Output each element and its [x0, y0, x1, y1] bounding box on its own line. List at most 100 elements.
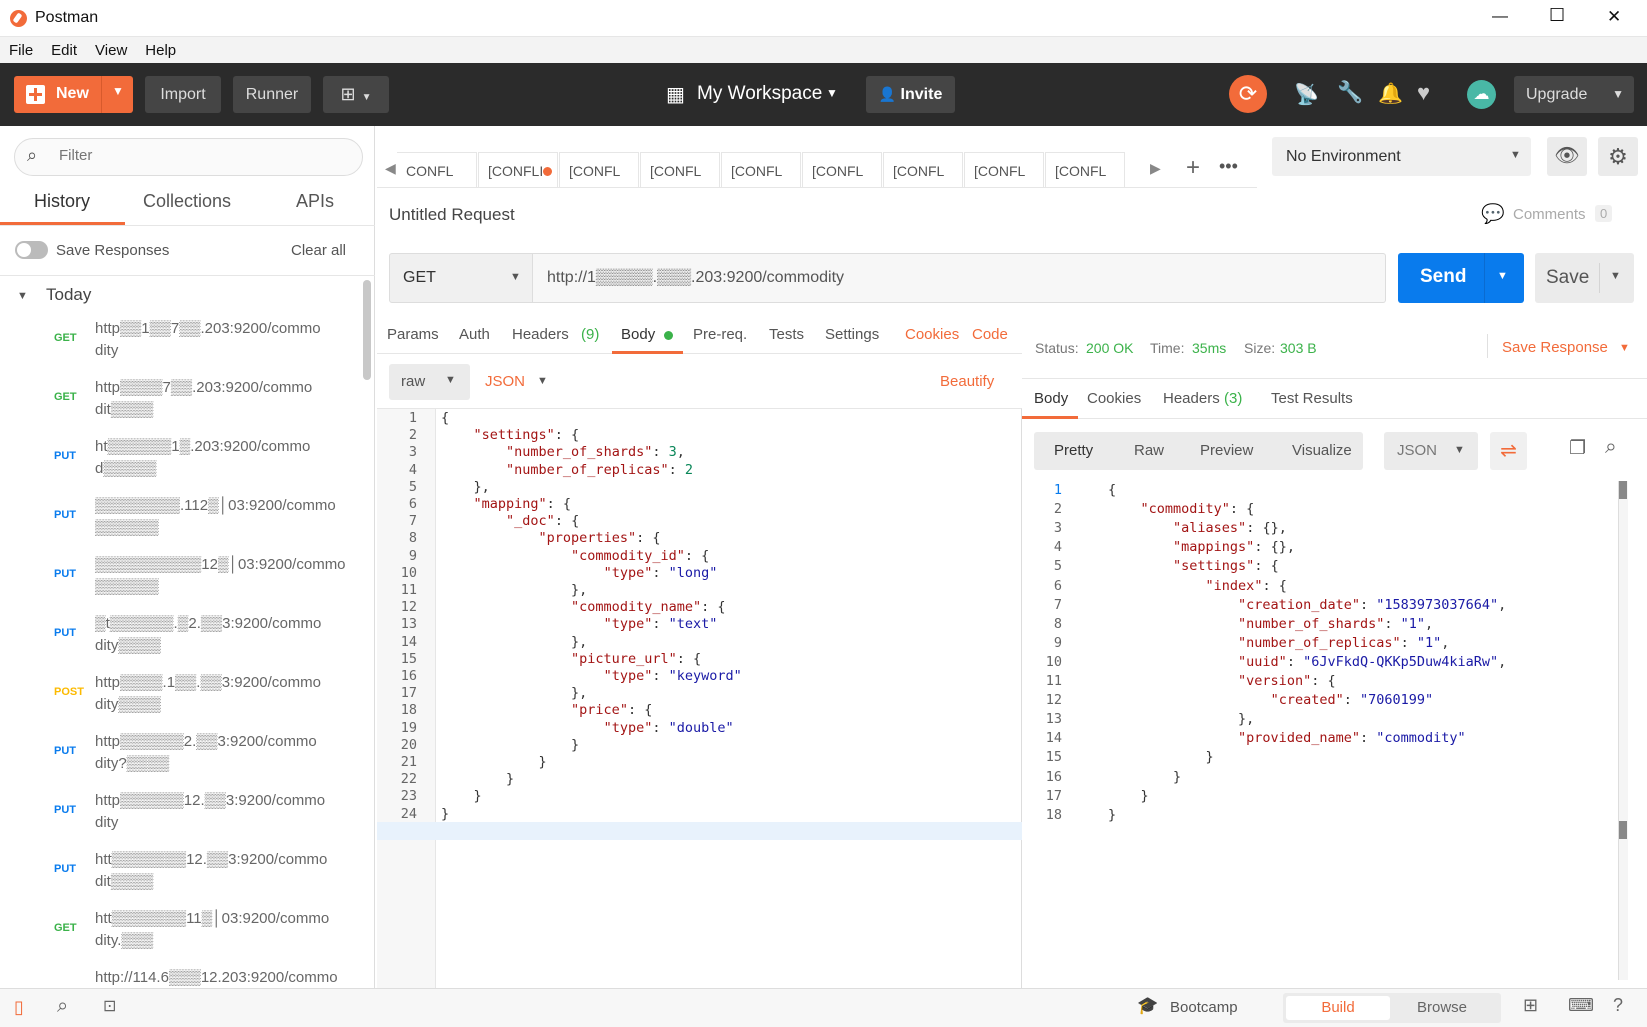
- minimize-button[interactable]: —: [1492, 8, 1508, 26]
- response-tab-headers[interactable]: Headers: [1163, 390, 1220, 407]
- menu-view[interactable]: View: [86, 37, 136, 59]
- response-vertical-scroll[interactable]: [1618, 481, 1628, 980]
- menu-edit[interactable]: Edit: [42, 37, 86, 59]
- comments-label[interactable]: Comments: [1513, 206, 1586, 223]
- menu-help[interactable]: Help: [136, 37, 185, 59]
- method-selector[interactable]: GET ▼: [389, 253, 533, 303]
- history-item[interactable]: GET http▒▒1▒▒7▒▒.203:9200/commo dity: [0, 318, 360, 377]
- history-item[interactable]: GET htt▒▒▒▒▒▒▒11▒│03:9200/commo dity.▒▒▒: [0, 908, 360, 967]
- invite-button[interactable]: 👤 Invite: [866, 76, 955, 113]
- history-item[interactable]: PUT http▒▒▒▒▒▒2.▒▒3:9200/commo dity?▒▒▒▒: [0, 731, 360, 790]
- heart-icon[interactable]: ♥: [1417, 80, 1430, 106]
- new-window-button[interactable]: ⊞ ▼: [323, 76, 389, 113]
- request-tab[interactable]: [CONFL: [721, 152, 801, 188]
- request-tab[interactable]: [CONFLI: [478, 152, 558, 188]
- wrap-lines-button[interactable]: ⇌: [1490, 432, 1527, 470]
- cookies-link[interactable]: Cookies: [905, 326, 959, 343]
- tab-headers[interactable]: Headers: [512, 326, 569, 343]
- satellite-icon[interactable]: 📡: [1294, 82, 1319, 107]
- tab-auth[interactable]: Auth: [459, 326, 490, 343]
- copy-icon[interactable]: ❐: [1569, 437, 1586, 460]
- response-format-selector[interactable]: JSON ▼: [1384, 432, 1478, 470]
- request-tab[interactable]: CONFL: [397, 152, 477, 188]
- beautify-button[interactable]: Beautify: [940, 373, 994, 390]
- filter-box[interactable]: ⌕: [14, 138, 363, 176]
- response-body-viewer[interactable]: 1 {2 "commodity": {3 "aliases": {}, 4 "map…: [1022, 481, 1647, 988]
- tab-scroll-right-icon[interactable]: ▶: [1150, 160, 1161, 177]
- tab-settings[interactable]: Settings: [825, 326, 879, 343]
- sidebar-scrollbar[interactable]: [363, 280, 371, 380]
- environment-selector[interactable]: No Environment ▼: [1272, 137, 1531, 176]
- history-item[interactable]: PUT ht▒▒▒▒▒▒1▒.203:9200/commo d▒▒▒▒▒: [0, 436, 360, 495]
- browse-tab[interactable]: Browse: [1417, 999, 1467, 1016]
- history-item[interactable]: PUT http▒▒▒▒▒▒12.▒▒3:9200/commo dity: [0, 790, 360, 849]
- view-pretty[interactable]: Pretty: [1054, 442, 1093, 459]
- request-tab[interactable]: [CONFL: [964, 152, 1044, 188]
- view-preview[interactable]: Preview: [1200, 442, 1253, 459]
- tab-prereq[interactable]: Pre-req.: [693, 326, 747, 343]
- tab-params[interactable]: Params: [387, 326, 439, 343]
- body-mode-selector[interactable]: raw ▼: [389, 364, 470, 400]
- tab-collections[interactable]: Collections: [143, 191, 231, 212]
- request-body-editor[interactable]: 1 {2 "settings": {3 "number_of_shards": 3…: [377, 408, 1022, 989]
- code-link[interactable]: Code: [972, 326, 1008, 343]
- collapse-today-icon[interactable]: ▼: [17, 290, 28, 302]
- request-tab[interactable]: [CONFL: [1045, 152, 1125, 188]
- wrench-icon[interactable]: 🔧: [1337, 81, 1363, 105]
- body-format-dropdown-icon[interactable]: ▼: [537, 375, 548, 387]
- history-item[interactable]: PUT ▒t▒▒▒▒▒▒.▒2.▒▒3:9200/commo dity▒▒▒▒: [0, 613, 360, 672]
- request-tab[interactable]: [CONFL: [802, 152, 882, 188]
- upgrade-button[interactable]: Upgrade ▼: [1514, 76, 1634, 113]
- import-button[interactable]: Import: [145, 76, 221, 113]
- history-item[interactable]: POST http▒▒▒▒.1▒▒.▒▒3:9200/commo dity▒▒▒▒: [0, 672, 360, 731]
- url-input[interactable]: http://1▒▒▒▒▒.▒▒▒.203:9200/commodity: [533, 253, 1386, 303]
- view-raw[interactable]: Raw: [1134, 442, 1164, 459]
- request-tab[interactable]: [CONFL: [883, 152, 963, 188]
- comments-icon[interactable]: 💬: [1481, 202, 1505, 226]
- menu-file[interactable]: File: [0, 37, 42, 59]
- maximize-button[interactable]: ☐: [1549, 5, 1565, 26]
- request-tab[interactable]: [CONFL: [640, 152, 720, 188]
- response-tab-cookies[interactable]: Cookies: [1087, 390, 1141, 407]
- keyboard-shortcuts-icon[interactable]: ⌨: [1568, 995, 1594, 1016]
- save-responses-toggle[interactable]: [15, 241, 48, 259]
- sync-icon[interactable]: ⟳: [1229, 75, 1267, 113]
- save-response-dropdown-icon[interactable]: ▼: [1619, 342, 1630, 354]
- history-item[interactable]: GET http▒▒▒▒7▒▒.203:9200/commo dit▒▒▒▒: [0, 377, 360, 436]
- body-format-selector[interactable]: JSON: [485, 373, 525, 390]
- bootcamp-link[interactable]: Bootcamp: [1170, 999, 1238, 1016]
- manage-environments-button[interactable]: ⚙: [1598, 137, 1638, 176]
- workspace-dropdown-icon[interactable]: ▼: [826, 86, 838, 100]
- history-item[interactable]: PUT htt▒▒▒▒▒▒▒12.▒▒3:9200/commo dit▒▒▒▒: [0, 849, 360, 908]
- tab-tests[interactable]: Tests: [769, 326, 804, 343]
- save-response-button[interactable]: Save Response: [1502, 339, 1608, 356]
- save-button[interactable]: Save ▼: [1535, 253, 1634, 303]
- clear-all-button[interactable]: Clear all: [291, 242, 346, 259]
- response-tab-tests[interactable]: Test Results: [1271, 390, 1353, 407]
- tab-scroll-left-icon[interactable]: ◀: [385, 160, 396, 177]
- close-window-button[interactable]: ✕: [1607, 7, 1621, 27]
- history-item[interactable]: PUT ▒▒▒▒▒▒▒▒▒▒12▒│03:9200/commo ▒▒▒▒▒▒: [0, 554, 360, 613]
- response-tab-body[interactable]: Body: [1034, 390, 1068, 407]
- workspace-selector[interactable]: My Workspace: [697, 83, 822, 105]
- avatar[interactable]: ☁: [1467, 80, 1496, 109]
- new-button[interactable]: New ▼: [14, 76, 133, 113]
- tab-history[interactable]: History: [34, 191, 90, 212]
- tab-apis[interactable]: APIs: [296, 191, 334, 212]
- history-item[interactable]: http://114.6▒▒▒12.203:9200/commo: [0, 967, 360, 987]
- send-button[interactable]: Send ▼: [1398, 253, 1524, 303]
- runner-button[interactable]: Runner: [233, 76, 311, 113]
- save-dropdown-icon[interactable]: ▼: [1610, 270, 1621, 282]
- find-replace-icon[interactable]: ⌕: [57, 995, 68, 1018]
- view-visualize[interactable]: Visualize: [1292, 442, 1352, 459]
- console-icon[interactable]: ⊡: [103, 996, 116, 1016]
- environment-quick-look-button[interactable]: 👁: [1547, 137, 1587, 176]
- tab-options-icon[interactable]: •••: [1219, 156, 1238, 177]
- build-tab[interactable]: Build: [1286, 996, 1390, 1020]
- toggle-sidebar-icon[interactable]: ▯: [14, 997, 24, 1018]
- new-dropdown-icon[interactable]: ▼: [112, 84, 124, 98]
- filter-input[interactable]: [59, 147, 339, 164]
- tab-body[interactable]: Body: [621, 326, 655, 343]
- bell-icon[interactable]: 🔔: [1378, 81, 1403, 106]
- history-item[interactable]: PUT ▒▒▒▒▒▒▒▒.112▒│03:9200/commo ▒▒▒▒▒▒: [0, 495, 360, 554]
